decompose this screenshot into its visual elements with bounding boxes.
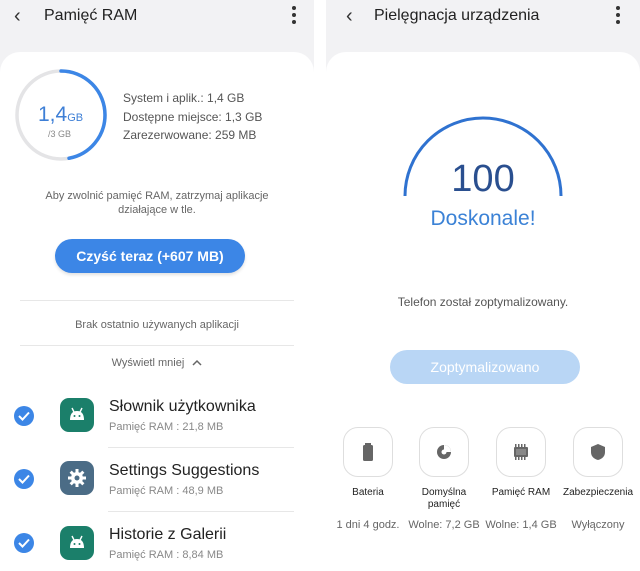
checkbox-checked-icon[interactable] <box>14 469 34 489</box>
tile-label: Zabezpieczenia <box>562 487 634 498</box>
ram-used-unit: GB <box>67 112 84 124</box>
stat-reserved: Zarezerwowane: 259 MB <box>123 128 257 142</box>
checkbox-checked-icon[interactable] <box>14 406 34 426</box>
screen-divider <box>314 0 326 571</box>
ram-used-label: 1,4GB <box>38 103 83 127</box>
no-recent-apps-text: Brak ostatnio używanych aplikacji <box>75 319 239 331</box>
storage-pie-icon <box>419 427 469 477</box>
show-less-label: Wyświetl mniej <box>111 357 185 369</box>
device-care-header: ‹ Pielęgnacja urządzenia <box>326 0 640 34</box>
tile-label: Domyślna pamięć <box>421 487 467 510</box>
page-title: Pamięć RAM <box>44 7 138 24</box>
stat-system-apps: System i aplik.: 1,4 GB <box>123 91 245 105</box>
tile-value: Wolne: 7,2 GB <box>408 519 480 531</box>
tile-value: Wolne: 1,4 GB <box>485 519 557 531</box>
checkbox-checked-icon[interactable] <box>14 533 34 553</box>
divider <box>20 345 294 346</box>
android-icon <box>60 398 94 432</box>
ram-header: ‹ Pamięć RAM <box>0 0 314 34</box>
tile-ram[interactable]: Pamięć RAM Wolne: 1,4 GB <box>483 427 559 533</box>
optimized-button[interactable]: Zoptymalizowano <box>390 350 580 384</box>
list-item[interactable]: Settings Suggestions Pamięć RAM : 48,9 M… <box>0 448 314 510</box>
ram-used-value: 1,4 <box>38 103 68 126</box>
tile-value: 1 dni 4 godz. <box>336 519 400 531</box>
app-memory: Pamięć RAM : 48,9 MB <box>109 485 224 497</box>
tile-label: Pamięć RAM <box>491 487 551 498</box>
list-item[interactable]: Historie z Galerii Pamięć RAM : 8,84 MB <box>0 512 314 571</box>
tile-security[interactable]: Zabezpieczenia Wyłączony <box>560 427 636 533</box>
memory-chip-icon <box>496 427 546 477</box>
app-memory: Pamięć RAM : 21,8 MB <box>109 421 224 433</box>
divider <box>20 300 294 301</box>
app-name: Historie z Galerii <box>109 526 227 543</box>
tile-value: Wyłączony <box>571 519 625 531</box>
device-care-screen: ‹ Pielęgnacja urządzenia 100 Doskonale! … <box>326 0 640 571</box>
android-icon <box>60 526 94 560</box>
list-item[interactable]: Słownik użytkownika Pamięć RAM : 21,8 MB <box>0 384 314 446</box>
score-value: 100 <box>451 158 515 200</box>
gear-icon <box>60 461 94 495</box>
score-grade: Doskonale! <box>430 207 536 230</box>
ram-screen: ‹ Pamięć RAM 1,4GB /3 GB System i aplik.… <box>0 0 314 571</box>
chevron-up-icon <box>192 359 202 366</box>
more-options-icon[interactable] <box>292 6 296 27</box>
battery-icon <box>343 427 393 477</box>
more-options-icon[interactable] <box>616 6 620 27</box>
ram-total-label: /3 GB <box>48 129 72 139</box>
tile-battery[interactable]: Bateria 1 dni 4 godz. <box>330 427 406 533</box>
app-name: Settings Suggestions <box>109 462 260 479</box>
stat-available: Dostępne miejsce: 1,3 GB <box>123 110 263 124</box>
page-title: Pielęgnacja urządzenia <box>374 7 540 24</box>
optimized-status-text: Telefon został zoptymalizowany. <box>397 295 569 309</box>
tile-storage[interactable]: Domyślna pamięć Wolne: 7,2 GB <box>406 427 482 533</box>
app-name: Słownik użytkownika <box>109 398 256 415</box>
ram-hint-text: Aby zwolnić pamięć RAM, zatrzymaj aplika… <box>45 190 269 216</box>
show-less-toggle[interactable]: Wyświetl mniej <box>0 357 314 369</box>
tile-label: Bateria <box>352 487 384 498</box>
back-icon[interactable]: ‹ <box>346 6 353 26</box>
back-icon[interactable]: ‹ <box>14 6 21 26</box>
shield-icon <box>573 427 623 477</box>
app-memory: Pamięć RAM : 8,84 MB <box>109 549 224 561</box>
clean-now-button[interactable]: Czyść teraz (+607 MB) <box>55 239 245 273</box>
